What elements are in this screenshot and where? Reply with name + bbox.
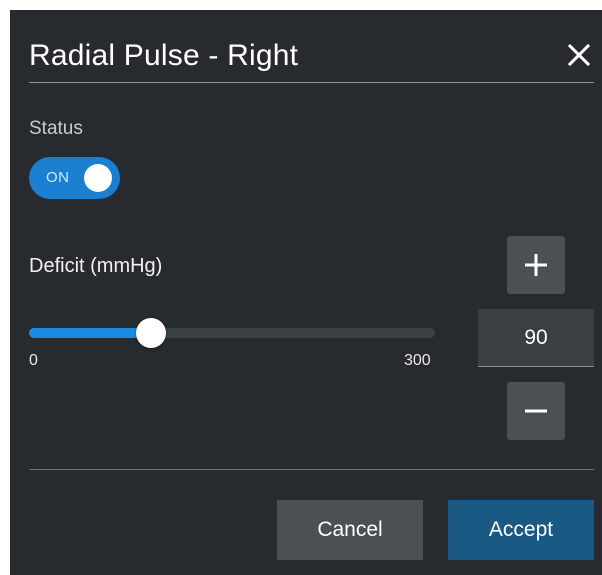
deficit-slider[interactable] — [29, 318, 435, 348]
minus-icon — [525, 409, 547, 413]
slider-min-label: 0 — [29, 352, 38, 369]
decrement-button[interactable] — [507, 382, 565, 440]
toggle-knob — [84, 164, 112, 192]
status-label: Status — [29, 118, 83, 139]
increment-button[interactable] — [507, 236, 565, 294]
deficit-value-field[interactable]: 90 — [478, 309, 594, 367]
cancel-button[interactable]: Cancel — [277, 500, 423, 560]
slider-fill — [29, 328, 151, 338]
slider-thumb[interactable] — [135, 318, 166, 348]
close-icon[interactable] — [567, 43, 591, 67]
slider-max-label: 300 — [404, 352, 431, 369]
toggle-state-text: ON — [46, 169, 70, 186]
dialog-title: Radial Pulse - Right — [29, 39, 299, 72]
radial-pulse-dialog: Radial Pulse - Right Status ON Deficit (… — [10, 10, 602, 575]
deficit-label: Deficit (mmHg) — [29, 255, 163, 277]
footer-divider — [29, 469, 594, 470]
status-toggle[interactable]: ON — [29, 157, 120, 199]
plus-icon — [525, 254, 547, 276]
accept-button[interactable]: Accept — [448, 500, 594, 560]
dialog-header: Radial Pulse - Right — [29, 40, 594, 83]
